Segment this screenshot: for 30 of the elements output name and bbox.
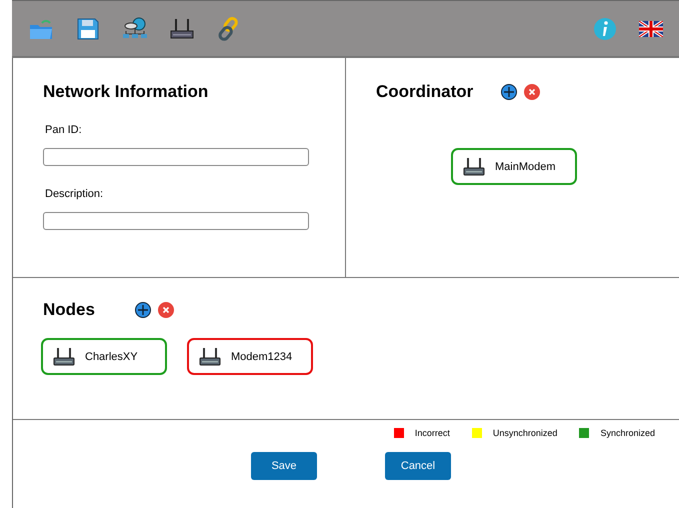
legend-label: Incorrect: [414, 428, 450, 438]
remove-icon[interactable]: [524, 84, 540, 100]
remove-icon[interactable]: [158, 302, 174, 318]
network-icon[interactable]: [122, 16, 148, 40]
device-card[interactable]: Modem1234: [187, 338, 313, 375]
router-icon: [199, 346, 221, 366]
action-button[interactable]: Save: [251, 452, 317, 480]
field-label: Pan ID:: [45, 124, 83, 136]
section-title: Coordinator: [376, 82, 474, 102]
router-icon: [53, 346, 75, 366]
section-title: Nodes: [43, 300, 95, 320]
uk-flag-icon[interactable]: [639, 20, 663, 36]
field-label: Description:: [45, 188, 104, 200]
device-name: CharlesXY: [85, 350, 138, 362]
save-icon[interactable]: [76, 16, 100, 40]
device-card[interactable]: CharlesXY: [41, 338, 167, 375]
router-icon: [463, 156, 485, 176]
router-icon[interactable]: [170, 16, 194, 40]
legend-label: Unsynchronized: [492, 428, 558, 438]
section-title: Network Information: [43, 82, 210, 102]
legend-label: Synchronized: [600, 428, 655, 438]
input-field[interactable]: [43, 148, 309, 166]
device-card[interactable]: MainModem: [451, 148, 577, 185]
add-icon[interactable]: [501, 84, 518, 100]
device-name: MainModem: [495, 160, 556, 172]
info-icon[interactable]: [593, 16, 617, 40]
add-icon[interactable]: [134, 302, 151, 318]
input-field[interactable]: [43, 212, 309, 230]
device-name: Modem1234: [231, 350, 292, 362]
action-button[interactable]: Cancel: [385, 452, 451, 480]
